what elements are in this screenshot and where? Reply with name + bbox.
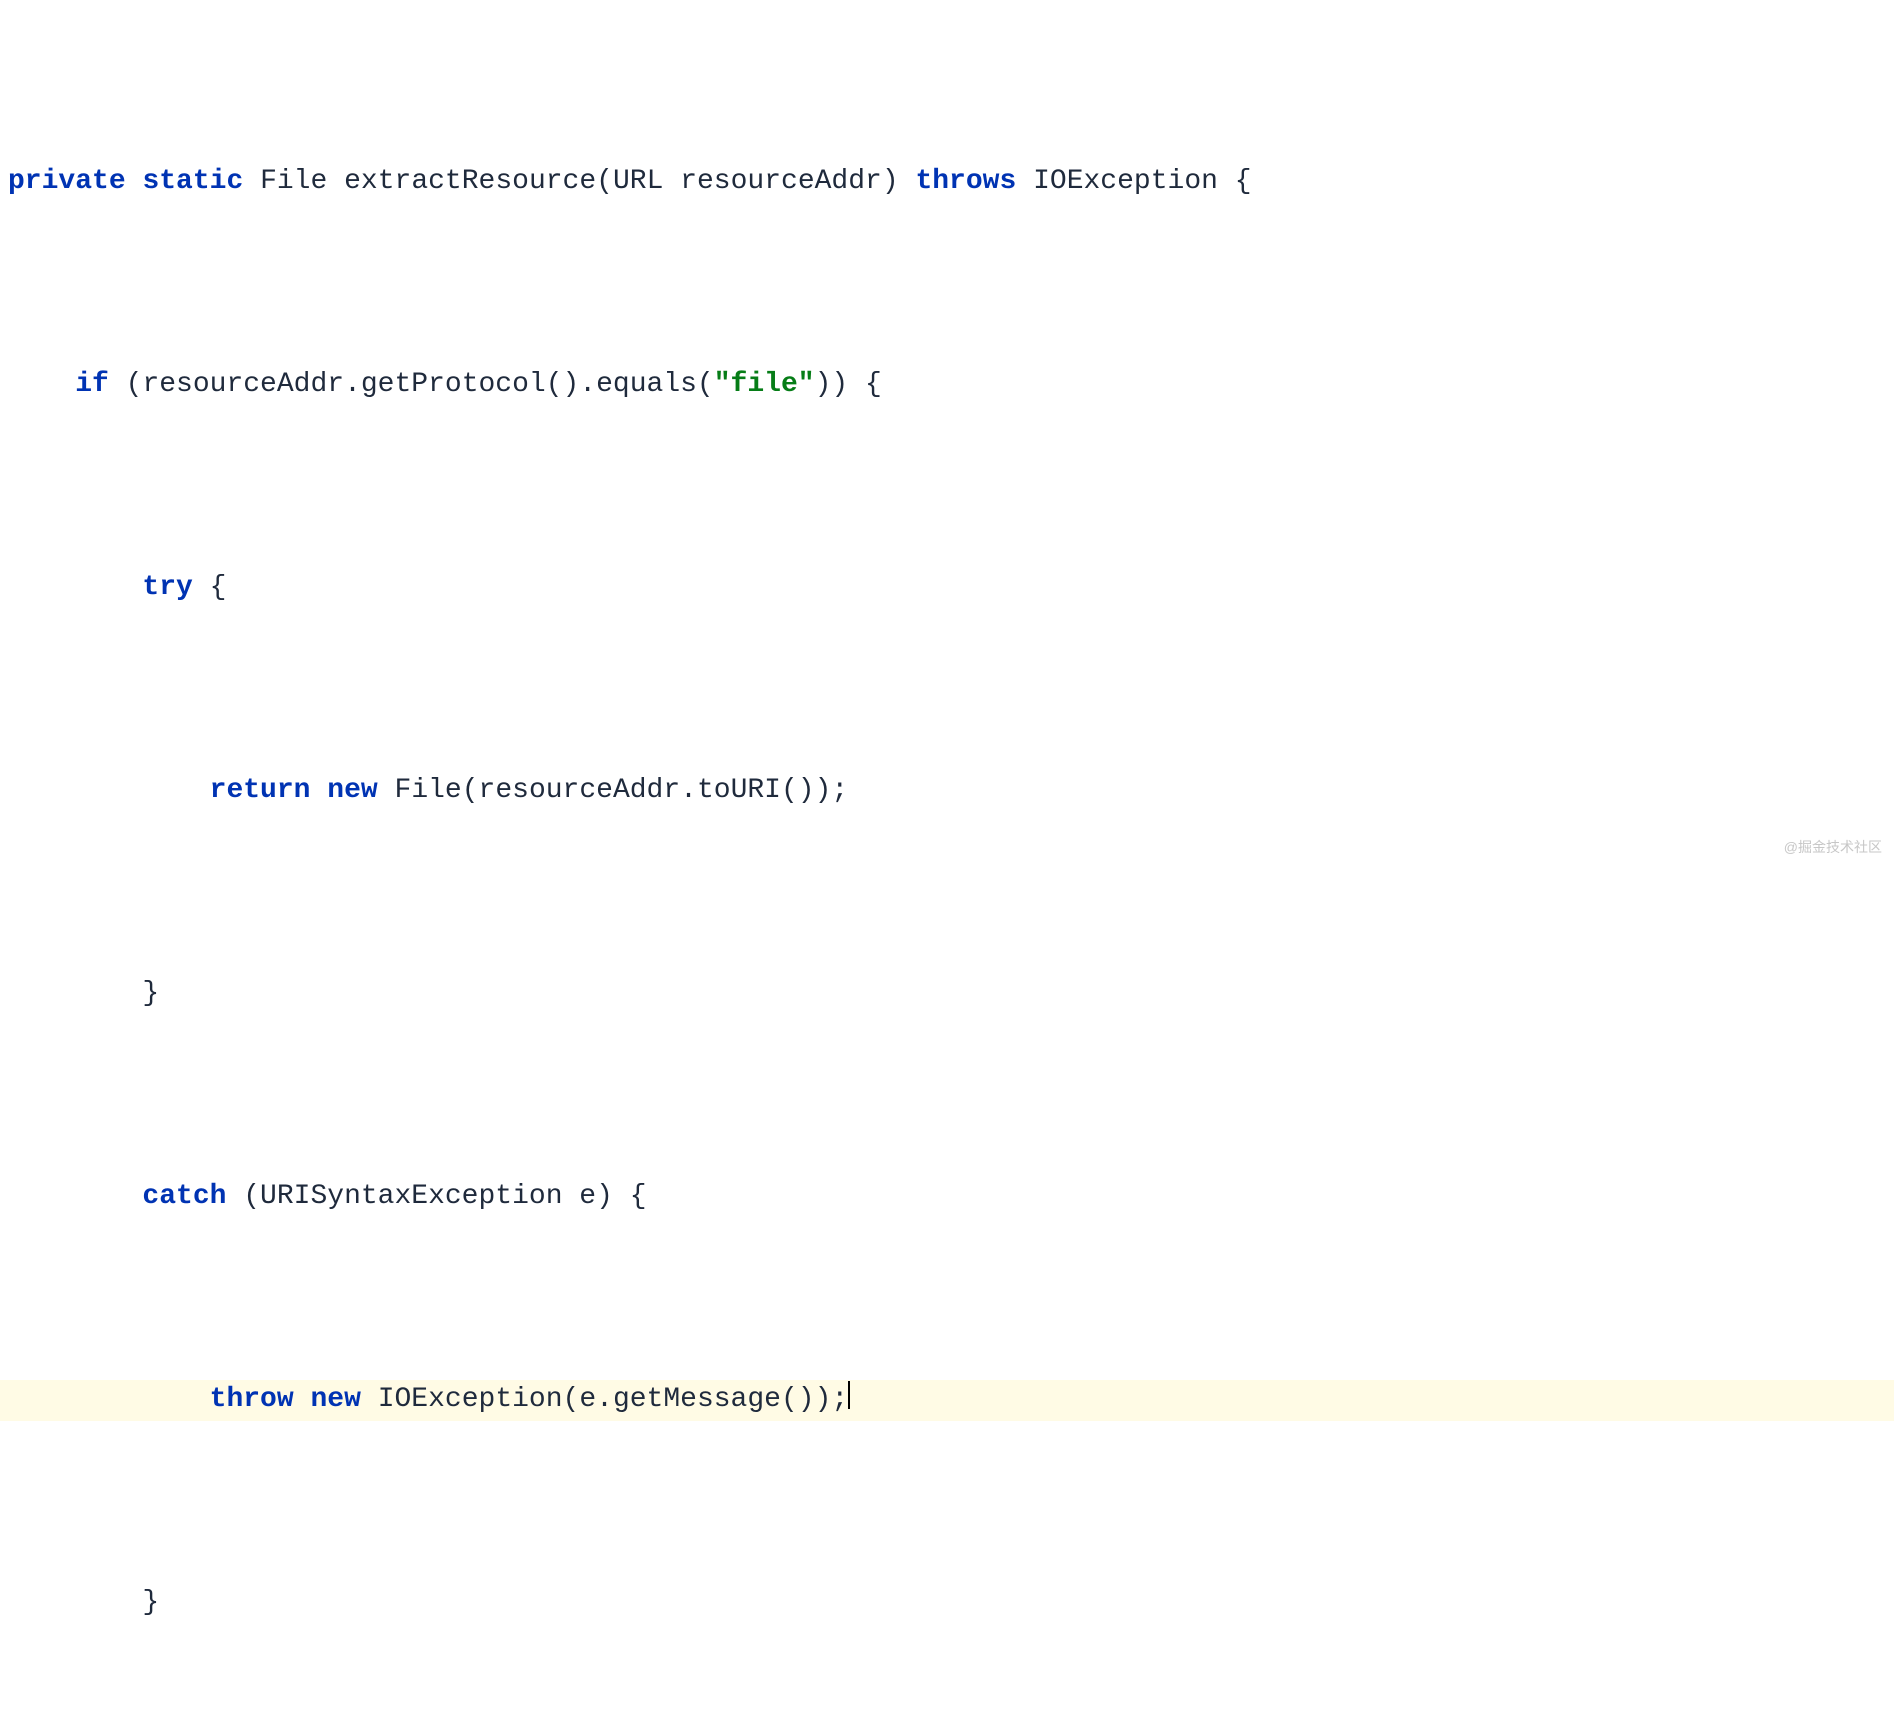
punct: )) { xyxy=(815,369,882,400)
keyword: private xyxy=(8,166,126,197)
brace: { xyxy=(1235,166,1252,197)
code-line: private static File extractResource(URL … xyxy=(0,162,1894,203)
brace: { xyxy=(210,572,227,603)
keyword: catch xyxy=(142,1181,226,1212)
keyword: throw xyxy=(210,1384,294,1415)
code-line-current: throw new IOException(e.getMessage()); xyxy=(0,1380,1894,1421)
caret-icon xyxy=(848,1381,850,1409)
keyword: static xyxy=(142,166,243,197)
code-line: return new File(resourceAddr.toURI()); xyxy=(0,771,1894,812)
keyword: new xyxy=(327,775,377,806)
keyword: new xyxy=(310,1384,360,1415)
watermark: @掘金技术社区 xyxy=(1784,837,1882,857)
code-line: if (resourceAddr.getProtocol().equals("f… xyxy=(0,365,1894,406)
code-editor[interactable]: private static File extractResource(URL … xyxy=(0,0,1894,1726)
type: File xyxy=(260,166,327,197)
keyword: throws xyxy=(915,166,1016,197)
keyword: return xyxy=(210,775,311,806)
type: URL xyxy=(613,166,663,197)
expression: resourceAddr.getProtocol().equals( xyxy=(142,369,713,400)
code-line: } xyxy=(0,1583,1894,1624)
brace: } xyxy=(142,1587,159,1618)
code-line: } xyxy=(0,974,1894,1015)
keyword: try xyxy=(142,572,192,603)
expression: IOException(e.getMessage()); xyxy=(378,1384,848,1415)
expression: File(resourceAddr.toURI()); xyxy=(395,775,849,806)
brace: } xyxy=(142,978,159,1009)
type: IOException xyxy=(1033,166,1218,197)
code-line: catch (URISyntaxException e) { xyxy=(0,1177,1894,1218)
code-line: try { xyxy=(0,568,1894,609)
expression: (URISyntaxException e) { xyxy=(243,1181,646,1212)
keyword: if xyxy=(75,369,109,400)
string-literal: "file" xyxy=(714,369,815,400)
method-name: extractResource xyxy=(344,166,596,197)
param-name: resourceAddr xyxy=(680,166,882,197)
